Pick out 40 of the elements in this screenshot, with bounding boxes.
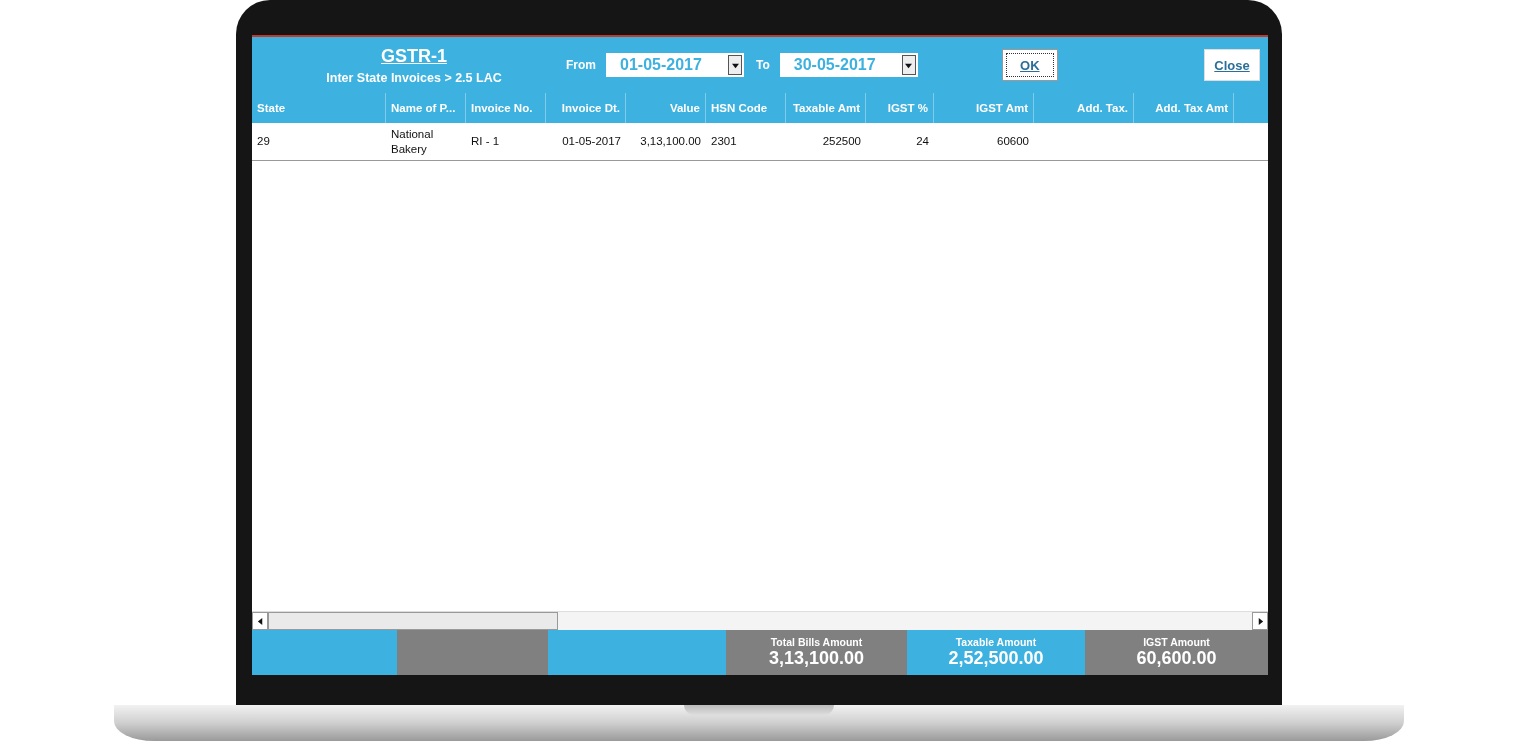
to-label: To <box>756 58 770 72</box>
column-header[interactable]: Name of P... <box>386 93 466 123</box>
column-header[interactable]: IGST % <box>866 93 934 123</box>
table-cell: 24 <box>916 134 929 149</box>
dropdown-arrow-icon[interactable] <box>731 61 739 69</box>
to-date-field[interactable]: 30-05-2017 <box>779 53 918 77</box>
table-cell: 29 <box>257 134 270 149</box>
left-arrow-icon[interactable] <box>256 617 264 625</box>
close-button[interactable]: Close <box>1204 49 1260 81</box>
column-header[interactable]: State <box>252 93 386 123</box>
total-label: Total Bills Amount <box>770 636 863 648</box>
table-cell: 3,13,100.00 <box>640 134 701 149</box>
table-cell: 252500 <box>822 134 861 149</box>
from-label: From <box>566 58 596 72</box>
total-value: 2,52,500.00 <box>948 648 1044 669</box>
table-cell-text: National Bakery <box>391 126 435 157</box>
table-cell: 60600 <box>997 134 1029 149</box>
table-cell: RI - 1 <box>471 134 500 149</box>
column-header[interactable]: Taxable Amt <box>786 93 866 123</box>
column-header[interactable]: IGST Amt <box>934 93 1034 123</box>
window-subtitle: Inter State Invoices > 2.5 LAC <box>326 70 502 85</box>
scrollbar-thumb[interactable] <box>268 612 558 630</box>
from-date-field[interactable]: 01-05-2017 <box>606 53 744 77</box>
table-cell: 2301 <box>711 134 737 149</box>
dropdown-arrow-icon[interactable] <box>905 61 913 69</box>
column-header[interactable]: Invoice No. <box>466 93 546 123</box>
column-header[interactable]: Invoice Dt. <box>546 93 626 123</box>
window-title: GSTR-1 <box>381 45 447 67</box>
total-value: 3,13,100.00 <box>768 648 865 669</box>
total-label: IGST Amount <box>1143 636 1210 648</box>
total-label: Taxable Amount <box>955 636 1037 648</box>
horizontal-scrollbar[interactable] <box>252 611 1268 630</box>
column-header[interactable]: Value <box>626 93 706 123</box>
column-header[interactable]: Add. Tax Amt <box>1134 93 1234 123</box>
column-header[interactable]: Add. Tax. <box>1034 93 1134 123</box>
total-value: 60,600.00 <box>1136 648 1217 669</box>
table-cell: 01-05-2017 <box>562 134 621 149</box>
ok-button[interactable]: OK <box>1001 49 1058 81</box>
right-arrow-icon[interactable] <box>1256 617 1264 625</box>
column-header[interactable]: HSN Code <box>706 93 786 123</box>
